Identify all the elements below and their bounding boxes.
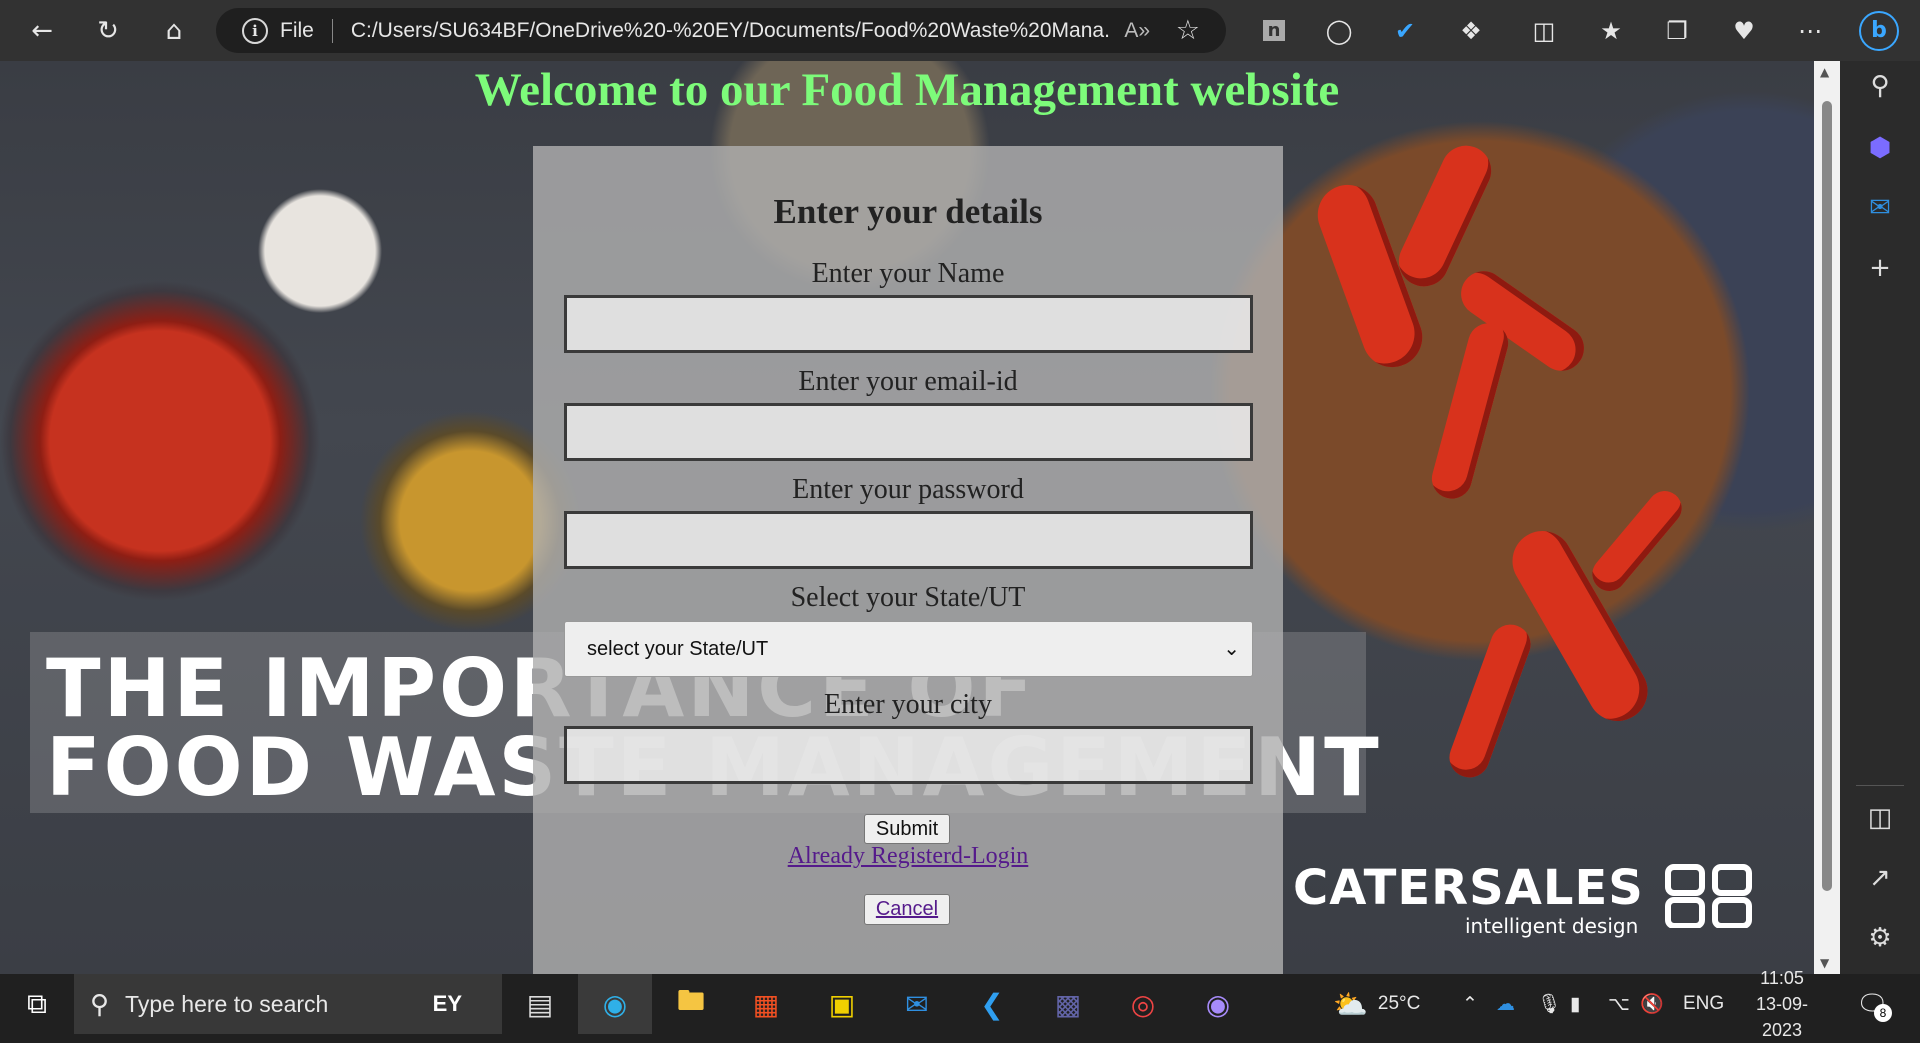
wifi-icon[interactable]: ⌥ [1608, 974, 1630, 1034]
form-heading: Enter your details [773, 192, 1043, 231]
edge-sidebar: ⚲ ⬢ ✉ + ◫ ↗ ⚙ [1840, 61, 1920, 974]
address-separator [331, 18, 333, 43]
logo-name: CATERSALES [1293, 860, 1644, 916]
back-icon[interactable]: ← [9, 0, 75, 61]
chevron-down-icon: ⌄ [1223, 638, 1240, 660]
collections-icon[interactable]: ❐ [1644, 0, 1710, 61]
microsoft-store-icon[interactable]: ▦ [729, 974, 803, 1034]
cancel-button[interactable]: Cancel [864, 894, 950, 925]
show-hidden-icons-icon[interactable]: ⌃ [1462, 974, 1478, 1034]
password-input[interactable] [564, 511, 1253, 569]
city-input[interactable] [564, 726, 1253, 784]
favorite-star-icon[interactable]: ☆ [1176, 15, 1200, 46]
page-viewport: Welcome to our Food Management website T… [0, 61, 1814, 974]
weather-widget[interactable]: ⛅ 25°C [1333, 974, 1420, 1034]
ey-discover-icon[interactable]: ▣ [805, 974, 879, 1034]
taskbar-search-box[interactable]: ⚲ Type here to search EY [74, 974, 502, 1034]
github-desktop-icon[interactable]: ◉ [1181, 974, 1255, 1034]
search-icon: ⚲ [90, 988, 110, 1019]
scroll-down-icon[interactable]: ▼ [1820, 956, 1829, 970]
windows-taskbar: ⧉ ⚲ Type here to search EY ▤ ◉ 🖿 ▦ ▣ ✉ ❮… [0, 968, 1920, 1040]
clock-date: 13-09-2023 [1755, 994, 1809, 1040]
scrollbar-thumb[interactable] [1822, 101, 1832, 891]
outlook-icon[interactable]: ✉ [1840, 193, 1920, 223]
windows-start-icon[interactable]: ⧉ [0, 974, 74, 1034]
state-select[interactable]: select your State/UT ⌄ [564, 621, 1253, 677]
info-icon[interactable]: i [242, 17, 268, 44]
name-label: Enter your Name [811, 258, 1005, 289]
background-decoration [1585, 484, 1689, 598]
onedrive-icon[interactable]: ☁ [1496, 974, 1515, 1034]
volume-muted-icon[interactable]: 🔇 [1640, 974, 1664, 1034]
sidebar-panel-icon[interactable]: ◫ [1840, 803, 1920, 833]
more-menu-icon[interactable]: ⋯ [1777, 0, 1843, 61]
logo-mark-icon [1665, 864, 1752, 928]
settings-gear-icon[interactable]: ⚙ [1840, 923, 1920, 953]
registration-form: Enter your details Enter your Name Enter… [533, 146, 1283, 974]
email-label: Enter your email-id [798, 366, 1018, 397]
battery-icon[interactable]: ▮ [1570, 974, 1580, 1034]
scroll-up-icon[interactable]: ▲ [1820, 65, 1829, 79]
login-link[interactable]: Already Registerd-Login [533, 843, 1283, 870]
refresh-icon[interactable]: ↻ [75, 0, 141, 61]
password-label: Enter your password [792, 474, 1024, 505]
search-icon[interactable]: ⚲ [1840, 71, 1920, 101]
weather-sun-cloud-icon: ⛅ [1333, 988, 1368, 1020]
logo-tagline: intelligent design [1465, 914, 1639, 938]
vscode-icon[interactable]: ❮ [955, 974, 1029, 1034]
weather-temperature: 25°C [1377, 993, 1421, 1014]
edge-taskbar-icon[interactable]: ◉ [578, 974, 652, 1034]
home-icon[interactable]: ⌂ [141, 0, 207, 61]
url-text[interactable]: C:/Users/SU634BF/OneDrive%20-%20EY/Docum… [351, 19, 1111, 43]
browser-toolbar: ← ↻ ⌂ i File C:/Users/SU634BF/OneDrive%2… [0, 0, 1920, 61]
address-bar[interactable]: i File C:/Users/SU634BF/OneDrive%20-%20E… [216, 8, 1226, 53]
file-scheme-label: File [280, 18, 314, 42]
submit-button[interactable]: Submit [864, 814, 950, 844]
read-aloud-icon[interactable]: A» [1124, 19, 1150, 43]
sidebar-divider [1856, 785, 1904, 786]
outlook-taskbar-icon[interactable]: ✉ [880, 974, 954, 1034]
notification-count: 8 [1874, 1004, 1892, 1022]
favorites-icon[interactable]: ★ [1578, 0, 1644, 61]
circle-extension-icon[interactable]: ◯ [1306, 0, 1372, 61]
notification-center-icon[interactable]: 🗨 8 [1856, 974, 1892, 1034]
split-screen-icon[interactable]: ◫ [1511, 0, 1577, 61]
catersales-logo: CATERSALES intelligent design [1293, 860, 1752, 938]
clock[interactable]: 11:05 13-09-2023 [1736, 968, 1828, 1040]
copilot-icon[interactable]: ⬢ [1840, 133, 1920, 163]
state-selected-value: select your State/UT [587, 638, 769, 660]
page-title: Welcome to our Food Management website [474, 64, 1340, 116]
name-input[interactable] [564, 295, 1253, 353]
shield-extension-icon[interactable]: ✔ [1372, 0, 1438, 61]
language-indicator[interactable]: ENG [1683, 974, 1724, 1034]
open-external-icon[interactable]: ↗ [1840, 863, 1920, 893]
background-decoration [1443, 618, 1537, 784]
browser-essentials-icon[interactable]: ♥ [1711, 0, 1777, 61]
search-placeholder: Type here to search [125, 990, 329, 1017]
background-decoration [1427, 318, 1513, 504]
page-scrollbar[interactable]: ▲ ▼ [1814, 61, 1840, 974]
file-explorer-icon[interactable]: 🖿 [654, 974, 728, 1034]
bing-copilot-icon[interactable]: b [1846, 0, 1912, 61]
extensions-puzzle-icon[interactable]: ❖ [1438, 0, 1504, 61]
teams-icon[interactable]: ▩ [1031, 974, 1105, 1034]
notion-extension-icon[interactable]: n [1241, 0, 1307, 61]
task-view-icon[interactable]: ▤ [503, 974, 577, 1034]
add-icon[interactable]: + [1840, 253, 1920, 283]
state-label: Select your State/UT [790, 582, 1026, 613]
ey-logo-icon: EY [432, 991, 462, 1016]
clock-time: 11:05 [1760, 968, 1804, 988]
microphone-icon[interactable]: 🎙 [1537, 974, 1561, 1034]
chrome-icon[interactable]: ◎ [1106, 974, 1180, 1034]
email-input[interactable] [564, 403, 1253, 461]
city-label: Enter your city [824, 689, 992, 720]
